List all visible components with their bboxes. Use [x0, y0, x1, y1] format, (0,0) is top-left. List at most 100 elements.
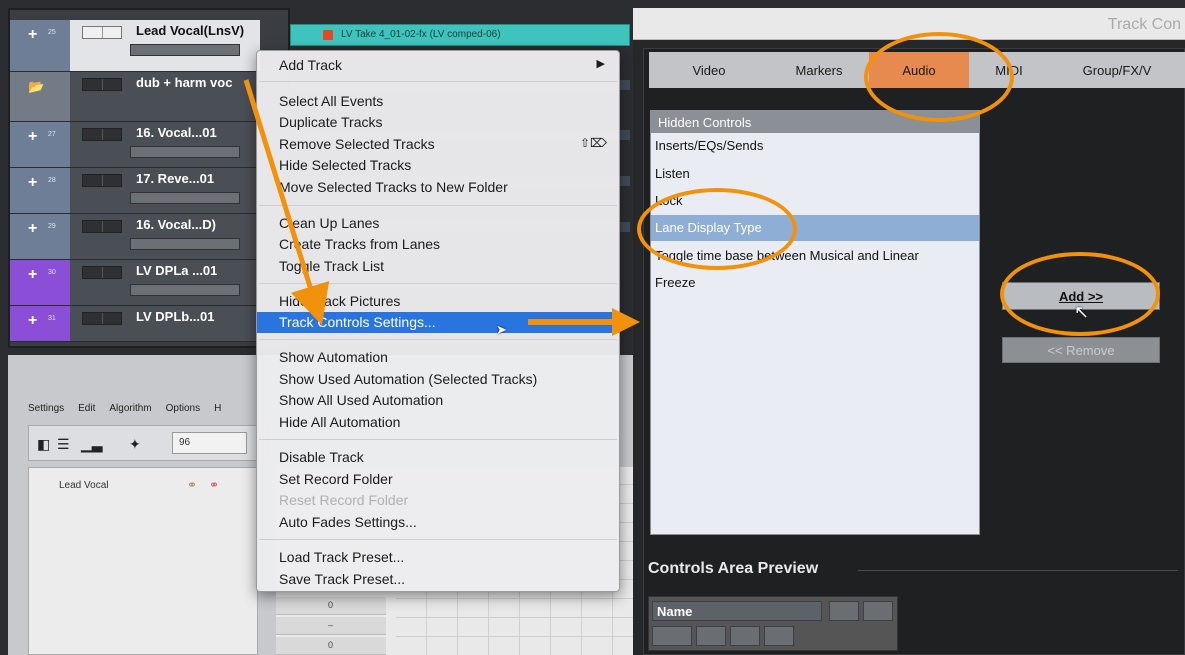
- menu-item-load-track-preset[interactable]: Load Track Preset...: [257, 547, 619, 568]
- menu-item-select-all-events[interactable]: Select All Events: [257, 91, 619, 112]
- menu-separator: [259, 205, 617, 206]
- menu-separator: [259, 81, 617, 82]
- submenu-arrow-icon: ▶: [596, 58, 605, 70]
- track-number-strip: [10, 20, 70, 71]
- track-controls[interactable]: [130, 238, 240, 250]
- track-controls[interactable]: [130, 146, 240, 158]
- mute-solo-buttons[interactable]: [82, 220, 122, 233]
- track-row[interactable]: + 31 LV DPLb...01: [10, 306, 260, 342]
- tab-group-fx[interactable]: Group/FX/V: [1049, 52, 1185, 88]
- track-controls[interactable]: [130, 44, 240, 56]
- controls-preview: Name: [648, 596, 898, 651]
- panel-toggle-icon[interactable]: ◧: [37, 436, 50, 453]
- dialog-titlebar[interactable]: Track Con: [633, 8, 1185, 40]
- menu-item-create-tracks-from-lanes[interactable]: Create Tracks from Lanes: [257, 234, 619, 255]
- menu-item-toggle-track-list[interactable]: Toggle Track List: [257, 256, 619, 277]
- preview-cell: [863, 601, 893, 621]
- list-item[interactable]: Listen: [651, 161, 979, 187]
- menu-item-hide-track-pictures[interactable]: Hide Track Pictures: [257, 291, 619, 312]
- mute-solo-buttons[interactable]: [82, 78, 122, 91]
- event-icon: [323, 30, 333, 40]
- value-field[interactable]: 96: [172, 432, 247, 454]
- menu-help[interactable]: H: [214, 403, 221, 421]
- menu-item-clean-up-lanes[interactable]: Clean Up Lanes: [257, 213, 619, 234]
- track-row[interactable]: + 25 Lead Vocal(LnsV): [10, 20, 260, 72]
- hidden-controls-header: Hidden Controls: [651, 111, 979, 133]
- editor-menubar: Settings Edit Algorithm Options H: [28, 403, 221, 421]
- menu-item-hide-selected-tracks[interactable]: Hide Selected Tracks: [257, 155, 619, 176]
- menu-item-auto-fades-settings[interactable]: Auto Fades Settings...: [257, 512, 619, 533]
- menu-settings[interactable]: Settings: [28, 403, 64, 421]
- link-icon[interactable]: ⚭: [187, 478, 197, 492]
- track-label: Lead Vocal: [59, 480, 109, 491]
- menu-item-show-all-used-automation[interactable]: Show All Used Automation: [257, 390, 619, 411]
- dialog-title: Track Con: [1107, 16, 1181, 33]
- list-item[interactable]: Lock: [651, 188, 979, 214]
- audio-event-label: LV Take 4_01-02-fx (LV comped-06): [341, 29, 501, 40]
- preview-cell: [764, 626, 794, 646]
- level-icon[interactable]: ▁▃: [81, 436, 103, 453]
- menu-item-save-track-preset[interactable]: Save Track Preset...: [257, 569, 619, 590]
- menu-options[interactable]: Options: [166, 403, 200, 421]
- audio-track-icon: +: [28, 312, 38, 329]
- menu-edit[interactable]: Edit: [78, 403, 95, 421]
- menu-item-label: Add Track: [279, 57, 343, 73]
- grid-row: 0: [276, 637, 386, 655]
- audio-track-icon: +: [28, 220, 38, 237]
- remove-button[interactable]: << Remove: [1002, 337, 1160, 363]
- preview-cell: [652, 626, 692, 646]
- menu-separator: [259, 283, 617, 284]
- track-number: 27: [48, 131, 56, 138]
- divider: [858, 570, 1178, 571]
- track-name: dub + harm voc: [136, 75, 233, 90]
- menu-item-show-used-automation[interactable]: Show Used Automation (Selected Tracks): [257, 369, 619, 390]
- category-tabs: Video Markers Audio MIDI Group/FX/V: [649, 52, 1185, 88]
- tab-markers[interactable]: Markers: [769, 52, 869, 88]
- tab-midi[interactable]: MIDI: [969, 52, 1049, 88]
- tab-video[interactable]: Video: [649, 52, 769, 88]
- track-controls[interactable]: [130, 284, 240, 296]
- menu-item-move-to-folder[interactable]: Move Selected Tracks to New Folder: [257, 177, 619, 198]
- menu-separator: [259, 439, 617, 440]
- menu-item-show-automation[interactable]: Show Automation: [257, 347, 619, 368]
- mute-solo-buttons[interactable]: [82, 174, 122, 187]
- menu-separator: [259, 339, 617, 340]
- track-row[interactable]: + 30 LV DPLa ...01: [10, 260, 260, 306]
- pin-icon[interactable]: ✦: [129, 436, 141, 453]
- tab-audio[interactable]: Audio: [869, 52, 969, 88]
- mute-solo-buttons[interactable]: [82, 312, 122, 325]
- track-row[interactable]: 📂 dub + harm voc: [10, 72, 260, 122]
- mute-solo-buttons[interactable]: [82, 128, 122, 141]
- mixer-icon[interactable]: ☰: [57, 436, 70, 453]
- menu-item-track-controls-settings[interactable]: Track Controls Settings...: [257, 312, 619, 333]
- track-row[interactable]: + 29 16. Vocal...D): [10, 214, 260, 260]
- mute-solo-buttons[interactable]: [82, 266, 122, 279]
- audio-track-icon: +: [28, 26, 38, 43]
- track-row[interactable]: + 27 16. Vocal...01: [10, 122, 260, 168]
- hidden-controls-list: Hidden Controls Inserts/EQs/Sends Listen…: [650, 110, 980, 535]
- track-number-strip: [10, 306, 70, 341]
- list-item[interactable]: Inserts/EQs/Sends: [651, 133, 979, 159]
- menu-algorithm[interactable]: Algorithm: [109, 403, 151, 421]
- list-item[interactable]: Freeze: [651, 270, 979, 296]
- menu-item-set-record-folder[interactable]: Set Record Folder: [257, 469, 619, 490]
- list-item[interactable]: Toggle time base between Musical and Lin…: [651, 243, 979, 269]
- list-item-selected[interactable]: Lane Display Type: [651, 215, 979, 241]
- track-number: 31: [48, 315, 56, 322]
- mouse-cursor-icon: ➤: [496, 322, 507, 337]
- track-number-strip: [10, 260, 70, 305]
- menu-item-disable-track[interactable]: Disable Track: [257, 447, 619, 468]
- audio-event[interactable]: LV Take 4_01-02-fx (LV comped-06): [290, 24, 630, 46]
- mute-solo-buttons[interactable]: [82, 26, 122, 39]
- track-name: 16. Vocal...01: [136, 125, 217, 140]
- preview-name-field: Name: [652, 601, 822, 621]
- unlink-icon[interactable]: ⚭: [209, 478, 219, 492]
- menu-item-remove-selected-tracks[interactable]: Remove Selected Tracks ⇧⌦: [257, 134, 619, 155]
- menu-item-hide-all-automation[interactable]: Hide All Automation: [257, 412, 619, 433]
- preview-title: Controls Area Preview: [648, 560, 819, 577]
- menu-item-add-track[interactable]: Add Track ▶: [257, 55, 619, 76]
- track-controls[interactable]: [130, 192, 240, 204]
- track-row[interactable]: + 28 17. Reve...01: [10, 168, 260, 214]
- menu-item-duplicate-tracks[interactable]: Duplicate Tracks: [257, 112, 619, 133]
- shortcut-label: ⇧⌦: [579, 136, 607, 150]
